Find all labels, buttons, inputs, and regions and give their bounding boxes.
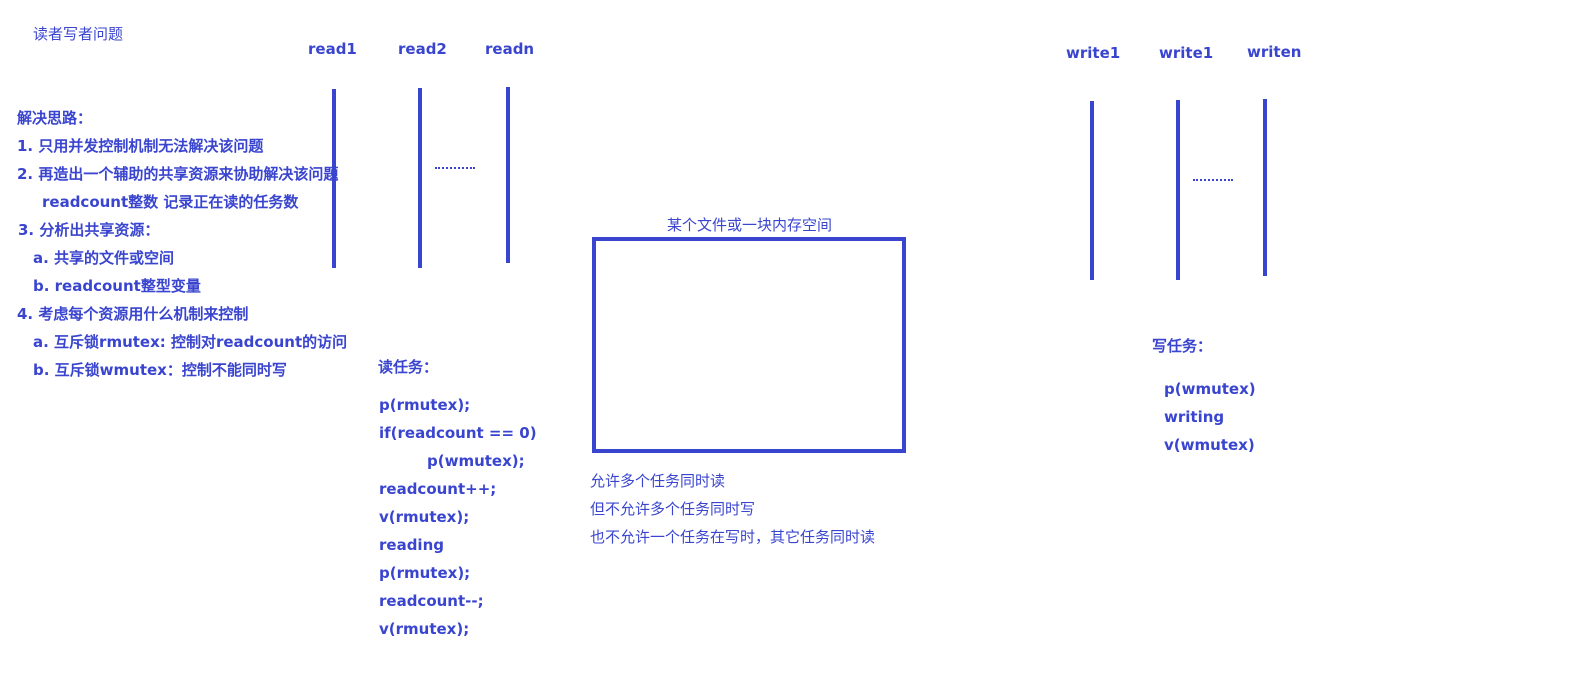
ellipsis-marks [1193, 179, 1233, 183]
resource-note: 也不允许一个任务在写时，其它任务同时读 [590, 528, 876, 546]
writer-label: write1 [1159, 44, 1214, 62]
approach-line: 3. 分析出共享资源： [18, 221, 160, 239]
reader-label: read2 [398, 40, 447, 58]
code-line: v(rmutex); [379, 620, 470, 638]
code-line: readcount--; [379, 592, 484, 610]
reader-line [418, 88, 422, 268]
code-line: reading [379, 536, 444, 554]
resource-label: 某个文件或一块内存空间 [667, 216, 833, 234]
read-task-heading: 读任务： [378, 358, 439, 376]
ellipsis-marks [435, 167, 475, 171]
shared-resource-box [592, 237, 906, 453]
code-line: readcount++; [379, 480, 497, 498]
code-line: p(wmutex) [1164, 380, 1256, 398]
approach-line: 4. 考虑每个资源用什么机制来控制 [17, 305, 249, 323]
approach-line: b. 互斥锁wmutex：控制不能同时写 [33, 361, 287, 379]
reader-line [332, 89, 336, 268]
approach-line: a. 共享的文件或空间 [33, 249, 175, 267]
resource-note: 允许多个任务同时读 [590, 472, 726, 490]
code-line: p(rmutex); [379, 564, 471, 582]
code-line: v(rmutex); [379, 508, 470, 526]
writer-line [1263, 99, 1267, 276]
code-line: if(readcount == 0) [379, 424, 537, 442]
writer-label: write1 [1066, 44, 1121, 62]
approach-line: 2. 再造出一个辅助的共享资源来协助解决该问题 [17, 165, 339, 183]
page-title: 读者写者问题 [33, 25, 124, 43]
writer-line [1090, 101, 1094, 280]
reader-label: read1 [308, 40, 357, 58]
code-line: writing [1164, 408, 1225, 426]
code-line: v(wmutex) [1164, 436, 1255, 454]
code-line: p(wmutex); [427, 452, 525, 470]
resource-note: 但不允许多个任务同时写 [590, 500, 756, 518]
approach-line: 1. 只用并发控制机制无法解决该问题 [17, 137, 264, 155]
reader-label: readn [485, 40, 535, 58]
code-line: p(rmutex); [379, 396, 471, 414]
approach-line: b. readcount整型变量 [33, 277, 201, 295]
approach-line: readcount整数 记录正在读的任务数 [42, 193, 299, 211]
write-task-heading: 写任务： [1152, 337, 1213, 355]
reader-line [506, 87, 510, 263]
writer-line [1176, 100, 1180, 280]
approach-line: a. 互斥锁rmutex: 控制对readcount的访问 [33, 333, 348, 351]
writer-label: writen [1247, 43, 1302, 61]
approach-heading: 解决思路： [17, 109, 93, 127]
